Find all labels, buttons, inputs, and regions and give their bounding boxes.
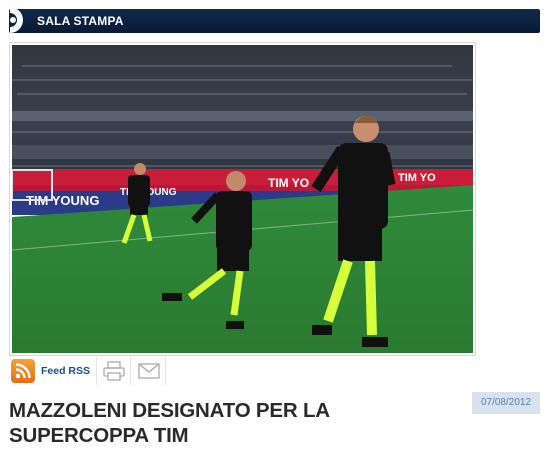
rss-icon[interactable] bbox=[11, 359, 35, 383]
article-toolbar: Feed RSS bbox=[9, 356, 540, 386]
article-photo-frame: TIM YOUNG TIM YOUNG TIM YO TIM YO bbox=[9, 42, 476, 356]
mail-icon[interactable] bbox=[138, 362, 160, 380]
toolbar-divider bbox=[165, 357, 166, 385]
banner-text-3: TIM YO bbox=[268, 176, 309, 190]
rss-icon-glyph bbox=[15, 363, 31, 379]
print-icon[interactable] bbox=[103, 361, 125, 381]
banner-text-4: TIM YO bbox=[398, 172, 436, 184]
logo-icon bbox=[10, 7, 23, 33]
rss-feed-link[interactable]: Feed RSS bbox=[41, 365, 90, 377]
article-photo[interactable]: TIM YOUNG TIM YOUNG TIM YO TIM YO bbox=[12, 45, 473, 353]
section-title: SALA STAMPA bbox=[37, 14, 124, 28]
toolbar-divider bbox=[96, 357, 97, 385]
article-date: 07/08/2012 bbox=[472, 392, 540, 414]
toolbar-divider bbox=[130, 357, 131, 385]
article-title[interactable]: MAZZOLENI DESIGNATO PER LA SUPERCOPPA TI… bbox=[9, 398, 449, 448]
section-header: SALA STAMPA bbox=[9, 7, 540, 33]
